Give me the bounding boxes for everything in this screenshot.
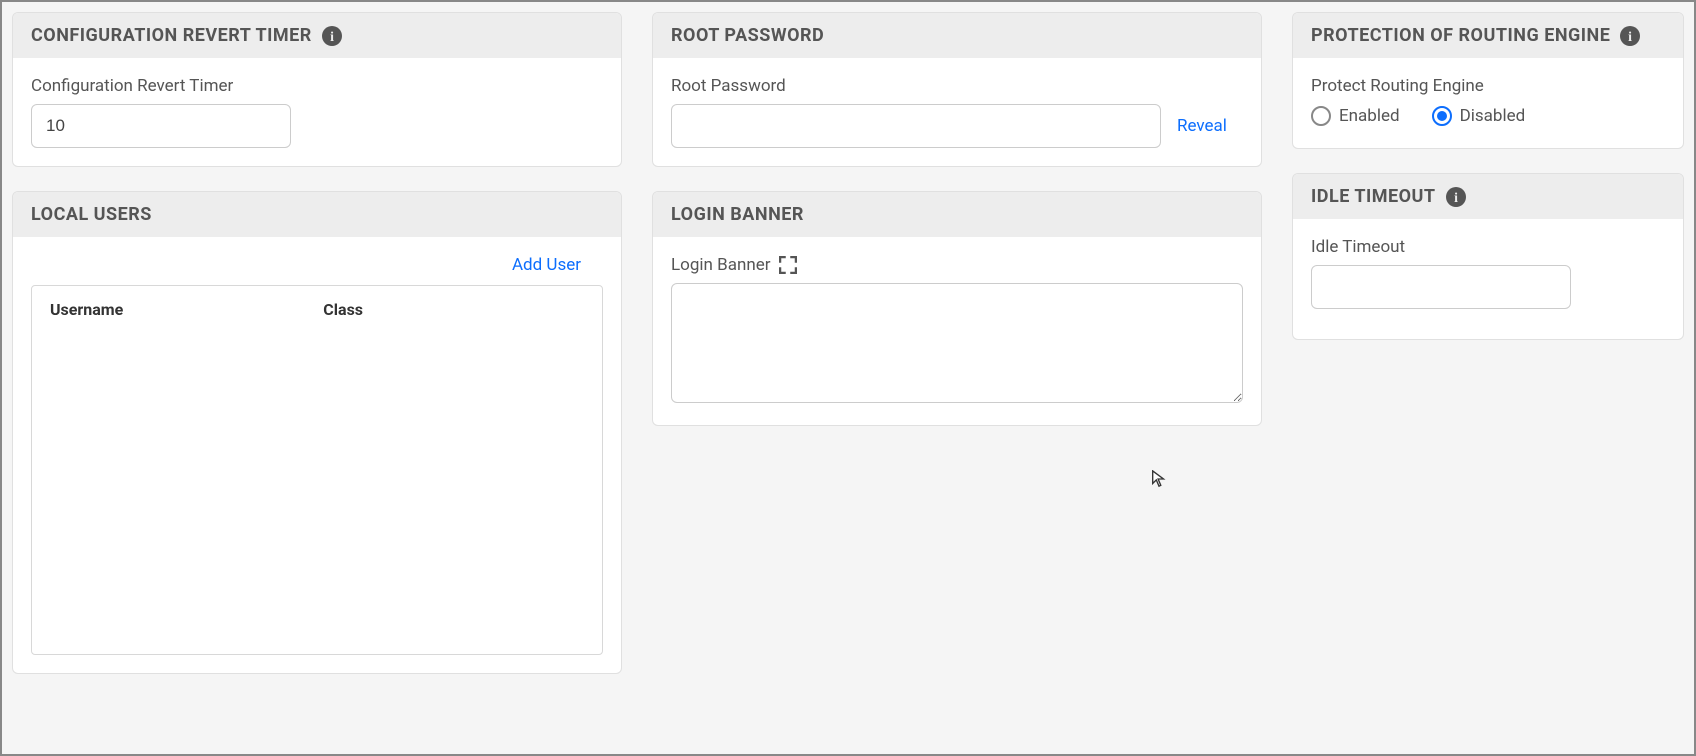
panel-title: PROTECTION OF ROUTING ENGINE [1311, 25, 1610, 46]
panel-title: CONFIGURATION REVERT TIMER [31, 25, 312, 46]
idle-timeout-input[interactable] [1311, 265, 1571, 309]
protection-routing-engine-panel: PROTECTION OF ROUTING ENGINE i Protect R… [1292, 12, 1684, 149]
local-users-panel: LOCAL USERS Add User Username Class [12, 191, 622, 674]
svg-text:i: i [1628, 29, 1632, 44]
radio-disabled-label: Disabled [1460, 106, 1526, 126]
root-password-input[interactable] [671, 104, 1161, 148]
idle-timeout-panel: IDLE TIMEOUT i Idle Timeout [1292, 173, 1684, 340]
radio-enabled[interactable]: Enabled [1311, 106, 1400, 126]
column-class: Class [323, 300, 363, 319]
reveal-link[interactable]: Reveal [1177, 116, 1227, 136]
idle-timeout-label: Idle Timeout [1311, 237, 1665, 257]
protect-routing-label: Protect Routing Engine [1311, 76, 1665, 96]
panel-header: ROOT PASSWORD [653, 13, 1261, 58]
radio-enabled-label: Enabled [1339, 106, 1400, 126]
radio-disabled[interactable]: Disabled [1432, 106, 1526, 126]
panel-header: LOGIN BANNER [653, 192, 1261, 237]
panel-header: PROTECTION OF ROUTING ENGINE i [1293, 13, 1683, 58]
expand-icon[interactable] [779, 256, 797, 274]
svg-text:i: i [1454, 190, 1458, 205]
login-banner-panel: LOGIN BANNER Login Banner [652, 191, 1262, 426]
root-password-panel: ROOT PASSWORD Root Password Reveal [652, 12, 1262, 167]
info-icon[interactable]: i [1620, 26, 1640, 46]
info-icon[interactable]: i [322, 26, 342, 46]
panel-header: IDLE TIMEOUT i [1293, 174, 1683, 219]
panel-title: LOGIN BANNER [671, 204, 804, 225]
login-banner-textarea[interactable] [671, 283, 1243, 403]
info-icon[interactable]: i [1446, 187, 1466, 207]
panel-title: IDLE TIMEOUT [1311, 186, 1436, 207]
svg-text:i: i [330, 29, 334, 44]
column-username: Username [50, 300, 123, 319]
root-password-label: Root Password [671, 76, 1243, 96]
panel-title: ROOT PASSWORD [671, 25, 824, 46]
login-banner-label: Login Banner [671, 255, 771, 275]
config-revert-input[interactable] [31, 104, 291, 148]
users-table: Username Class [31, 285, 603, 655]
panel-header: CONFIGURATION REVERT TIMER i [13, 13, 621, 58]
config-revert-timer-panel: CONFIGURATION REVERT TIMER i Configurati… [12, 12, 622, 167]
panel-header: LOCAL USERS [13, 192, 621, 237]
add-user-link[interactable]: Add User [512, 255, 581, 275]
config-revert-label: Configuration Revert Timer [31, 76, 603, 96]
panel-title: LOCAL USERS [31, 204, 152, 225]
